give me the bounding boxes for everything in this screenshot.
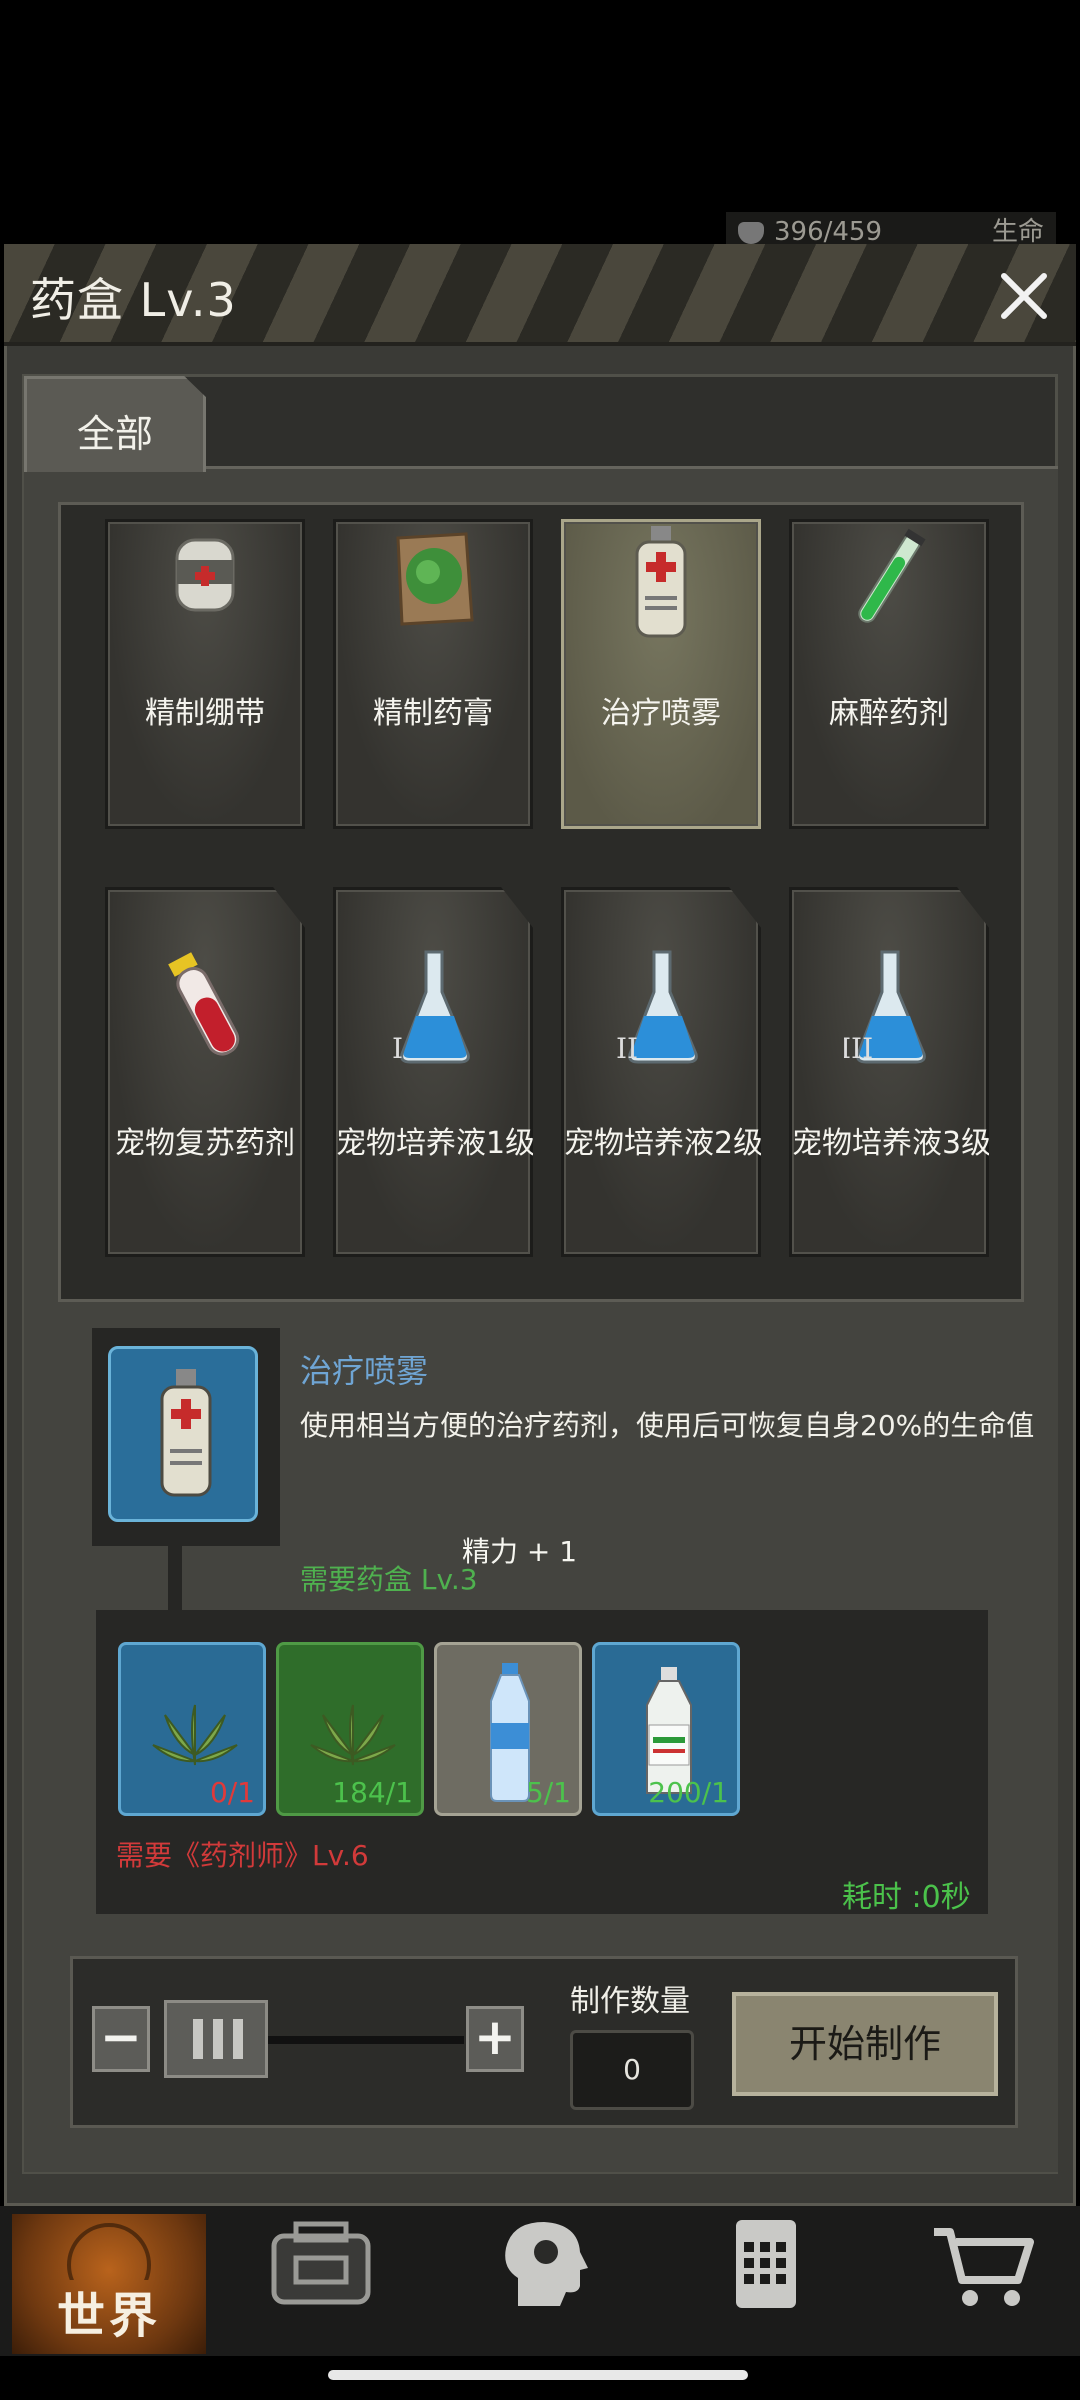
requirement-box-level: 需要药盒 Lv.3 [300, 1563, 478, 1596]
shopping-cart-icon [934, 2228, 1034, 2306]
material-slot[interactable]: 5/1 [434, 1642, 582, 1816]
recipe-label: 麻醉药剂 [829, 696, 949, 731]
recipe-card-healing-spray[interactable]: 治疗喷雾 [561, 519, 761, 829]
recipe-card-bandage[interactable]: 精制绷带 [105, 519, 305, 829]
health-value: 396/459 [774, 217, 883, 247]
close-button[interactable] [992, 264, 1056, 328]
detail-item-slot [108, 1346, 258, 1522]
increase-button[interactable]: + [466, 2006, 524, 2072]
nav-backpack[interactable] [266, 2218, 376, 2310]
recipe-label: 宠物复苏药剂 [115, 1126, 295, 1161]
recipe-label: 精制药膏 [373, 696, 493, 731]
quantity-slider-handle[interactable] [164, 2000, 268, 2078]
craft-time: 耗时 :0秒 [842, 1880, 971, 1915]
recipe-label: 治疗喷雾 [601, 696, 721, 731]
backpack-icon [271, 2221, 371, 2305]
item-description: 使用相当方便的治疗药剂，使用后可恢复自身20%的生命值 [300, 1409, 1035, 1442]
bandage-icon [175, 538, 235, 612]
recipe-label: 精制绷带 [145, 696, 265, 731]
heart-icon [738, 221, 764, 244]
recipe-card-pet-culture-3[interactable]: III 宠物培养液3级 [789, 887, 989, 1257]
material-slot[interactable]: 0/1 [118, 1642, 266, 1816]
flask-icon: II [616, 950, 698, 1065]
material-count: 200/1 [648, 1776, 729, 1809]
nav-calculator[interactable] [710, 2218, 820, 2310]
head-icon [505, 2222, 588, 2306]
svg-text:II: II [616, 1032, 638, 1065]
herb-leaf-icon [152, 1704, 238, 1766]
decrease-button[interactable]: − [92, 2006, 150, 2072]
globe-icon [67, 2223, 151, 2280]
svg-text:I: I [392, 1032, 403, 1065]
recipe-card-pet-revive[interactable]: 宠物复苏药剂 [105, 887, 305, 1257]
flask-icon: I [392, 950, 470, 1065]
nav-shop[interactable] [928, 2218, 1038, 2310]
material-count: 0/1 [209, 1776, 255, 1809]
svg-text:III: III [844, 1032, 873, 1065]
vial-icon [168, 952, 240, 1056]
energy-cost: 精力 + 1 [462, 1535, 578, 1568]
connector-line [168, 1546, 182, 1610]
start-crafting-button[interactable]: 开始制作 [732, 1992, 998, 2096]
herb-leaf-icon [310, 1704, 396, 1766]
recipe-card-pet-culture-2[interactable]: II 宠物培养液2级 [561, 887, 761, 1257]
spray-bottle-icon [160, 1369, 212, 1497]
calculator-icon [736, 2220, 796, 2308]
tab-all[interactable]: 全部 [24, 376, 206, 472]
window-title: 药盒 Lv.3 [30, 273, 237, 327]
quantity-label: 制作数量 [570, 1984, 690, 2019]
material-slot[interactable]: 200/1 [592, 1642, 740, 1816]
recipe-label: 宠物培养液2级 [564, 1126, 764, 1161]
recipe-label: 宠物培养液3级 [792, 1126, 992, 1161]
test-tube-icon [858, 528, 926, 623]
recipe-card-anesthetic[interactable]: 麻醉药剂 [789, 519, 989, 829]
quantity-value[interactable]: 0 [570, 2030, 694, 2110]
recipe-card-pet-culture-1[interactable]: I 宠物培养液1级 [333, 887, 533, 1257]
nav-world[interactable]: 世界 [12, 2214, 206, 2354]
flask-icon: III [844, 950, 926, 1065]
recipe-grid: 精制绷带 精制药膏 治疗喷雾 麻醉药剂 宠物复苏药剂 I 宠物培养液1级 II … [58, 502, 1024, 1302]
recipe-card-ointment[interactable]: 精制药膏 [333, 519, 533, 829]
skill-requirement: 需要《药剂师》Lv.6 [116, 1839, 369, 1872]
home-indicator[interactable] [328, 2370, 748, 2380]
ointment-icon [396, 532, 474, 626]
nav-world-label: 世界 [56, 2288, 161, 2344]
material-count: 184/1 [332, 1776, 413, 1809]
recipe-label: 宠物培养液1级 [336, 1126, 536, 1161]
close-icon [1001, 273, 1047, 319]
item-name: 治疗喷雾 [300, 1352, 429, 1390]
material-slot[interactable]: 184/1 [276, 1642, 424, 1816]
spray-bottle-icon [635, 526, 687, 638]
material-count: 5/1 [525, 1776, 571, 1809]
nav-character[interactable] [488, 2218, 598, 2310]
